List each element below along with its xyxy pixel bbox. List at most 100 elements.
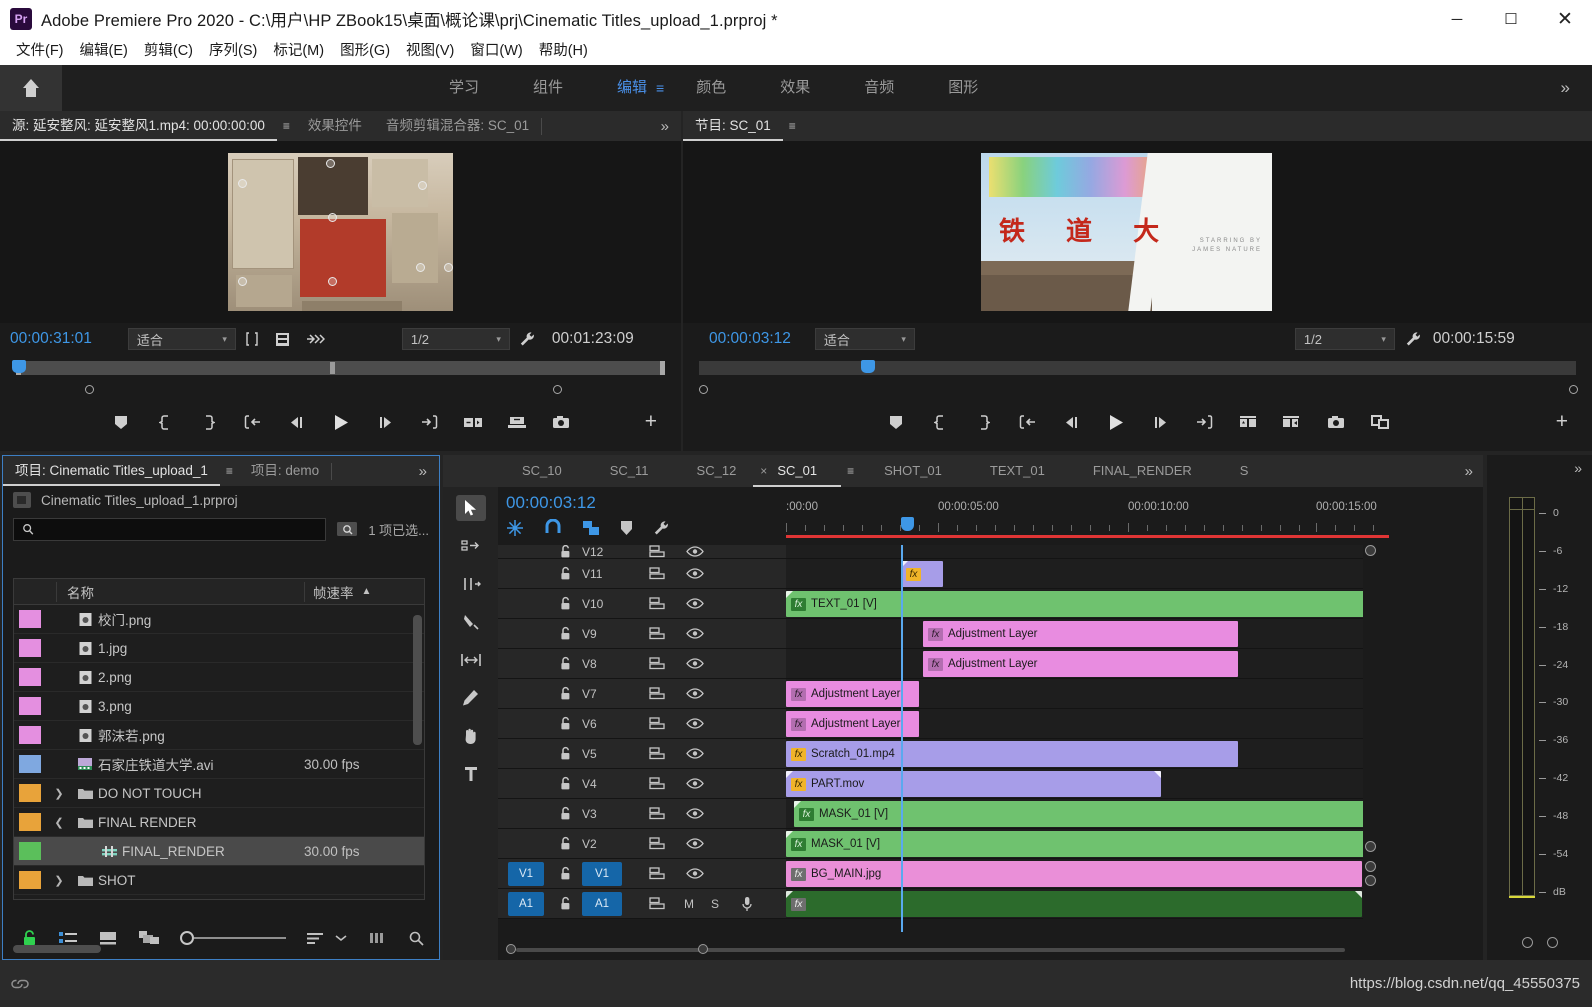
workspace-tab-learning[interactable]: 学习	[422, 65, 506, 111]
mark-out-icon[interactable]	[187, 401, 231, 443]
add-marker-icon[interactable]	[620, 520, 633, 536]
timeline-clip[interactable]: fx PART.mov	[786, 771, 1161, 797]
pen-tool[interactable]	[456, 685, 486, 711]
lock-track-icon[interactable]	[548, 566, 582, 581]
toggle-track-output-icon[interactable]	[676, 628, 714, 639]
sequence-tab-sc11[interactable]: SC_11	[586, 455, 673, 487]
step-forward-icon[interactable]	[1138, 401, 1182, 443]
program-zoom-handle-right[interactable]	[1569, 385, 1578, 394]
close-button[interactable]: ✕	[1538, 0, 1592, 38]
source-zoom-handle-right[interactable]	[553, 385, 562, 394]
track-lane-v6[interactable]: fx Adjustment Layer	[786, 709, 1363, 738]
button-editor-plus[interactable]: +	[645, 410, 657, 434]
project-item-row[interactable]: 石家庄铁道大学.avi 30.00 fps	[14, 750, 424, 779]
zoom-slider-knob[interactable]	[180, 931, 194, 945]
timeline-tabs-overflow-icon[interactable]: »	[1465, 463, 1483, 480]
workspace-menu-icon[interactable]: ≡	[656, 80, 665, 96]
track-lane-v10[interactable]: fx TEXT_01 [V]	[786, 589, 1363, 618]
overwrite-icon[interactable]	[495, 401, 539, 443]
sync-lock-icon[interactable]	[638, 867, 676, 880]
target-track-v1[interactable]: V1	[504, 861, 548, 887]
column-header-name[interactable]: 名称	[56, 582, 304, 602]
sequence-tab-sc01[interactable]: SC_01	[753, 455, 841, 487]
timeline-clip[interactable]: fx Adjustment Layer	[786, 681, 919, 707]
project-item-row[interactable]: ❯ SHOT	[14, 866, 424, 895]
lift-icon[interactable]	[1226, 401, 1270, 443]
source-scrubber[interactable]	[0, 355, 681, 381]
sequence-tab-s[interactable]: S	[1216, 455, 1273, 487]
solo-track-button[interactable]: S	[702, 897, 728, 911]
lock-track-icon[interactable]	[548, 776, 582, 791]
go-to-in-icon[interactable]	[231, 401, 275, 443]
track-row-v4[interactable]: V4 fx PART.mov	[498, 769, 1363, 799]
track-lane-v3[interactable]: fx MASK_01 [V]	[786, 799, 1363, 828]
nest-sequence-icon[interactable]	[506, 519, 524, 537]
track-row-v5[interactable]: V5 fx Scratch_01.mp4	[498, 739, 1363, 769]
project-item-row[interactable]: 校门.png	[14, 605, 424, 634]
lock-icon[interactable]	[21, 929, 38, 947]
lock-track-icon[interactable]	[548, 896, 582, 911]
play-icon[interactable]	[1094, 401, 1138, 443]
toggle-track-output-icon[interactable]	[676, 688, 714, 699]
column-header-framerate[interactable]: 帧速率 ▲	[304, 582, 424, 602]
project-tabs-overflow-icon[interactable]: »	[407, 463, 439, 480]
go-to-out-icon[interactable]	[407, 401, 451, 443]
timeline-clip[interactable]: fx MASK_01 [V]	[794, 801, 1363, 827]
minimize-button[interactable]: ─	[1430, 0, 1484, 38]
sync-lock-icon[interactable]	[638, 597, 676, 610]
sync-lock-icon[interactable]	[638, 837, 676, 850]
thumbnail-zoom-slider[interactable]	[180, 931, 286, 945]
timeline-clip[interactable]: fx Adjustment Layer	[923, 621, 1238, 647]
toggle-track-output-icon[interactable]	[676, 598, 714, 609]
insert-icon[interactable]	[451, 401, 495, 443]
sync-lock-icon[interactable]	[638, 807, 676, 820]
project-panel-menu-icon[interactable]: ≡	[220, 464, 239, 478]
project-item-row[interactable]: FINAL_RENDER 30.00 fps	[14, 837, 424, 866]
slip-tool[interactable]	[456, 647, 486, 673]
source-playhead[interactable]	[12, 360, 26, 373]
chevron-right-icon[interactable]: ❯	[46, 787, 72, 800]
button-editor-plus[interactable]: +	[1556, 410, 1568, 434]
home-icon[interactable]	[0, 65, 62, 111]
track-lane-v12[interactable]	[786, 545, 1363, 558]
project-item-row[interactable]: 1.jpg	[14, 634, 424, 663]
wrench-icon[interactable]	[510, 331, 546, 348]
comparison-view-icon[interactable]	[1358, 401, 1402, 443]
program-resolution-dropdown[interactable]: 1/2 ▾	[1295, 328, 1395, 350]
track-lane-v8[interactable]: fx Adjustment Layer	[786, 649, 1363, 678]
toggle-track-output-icon[interactable]	[676, 748, 714, 759]
track-row-v12[interactable]: V12	[498, 545, 1363, 559]
lock-track-icon[interactable]	[548, 866, 582, 881]
drag-audio-video-icon[interactable]	[298, 332, 332, 346]
workspace-tab-graphics[interactable]: 图形	[921, 65, 1005, 111]
toggle-track-output-icon[interactable]	[676, 546, 714, 557]
solo-right-icon[interactable]	[1547, 937, 1558, 948]
menu-marker[interactable]: 标记(M)	[265, 38, 332, 65]
menu-sequence[interactable]: 序列(S)	[201, 38, 265, 65]
track-row-a1[interactable]: A1 A1 M S fx	[498, 889, 1363, 919]
hand-tool[interactable]	[456, 723, 486, 749]
tab-project-cinematic[interactable]: 项目: Cinematic Titles_upload_1	[3, 456, 220, 486]
lock-track-icon[interactable]	[548, 836, 582, 851]
timeline-clip[interactable]: fx Adjustment Layer	[786, 711, 919, 737]
ripple-edit-tool[interactable]	[456, 571, 486, 597]
add-marker-icon[interactable]	[874, 401, 918, 443]
chevron-right-icon[interactable]: ❯	[46, 874, 72, 887]
program-playhead[interactable]	[861, 360, 875, 373]
audio-meter-overflow-icon[interactable]: »	[1574, 460, 1582, 476]
program-zoom-handle-left[interactable]	[699, 385, 708, 394]
solo-left-icon[interactable]	[1522, 937, 1533, 948]
menu-graphics[interactable]: 图形(G)	[332, 38, 398, 65]
sync-lock-icon[interactable]	[638, 687, 676, 700]
timeline-clip[interactable]: fx MASK_01 [V]	[786, 831, 1363, 857]
sync-lock-icon[interactable]	[638, 777, 676, 790]
snap-icon[interactable]	[544, 519, 562, 537]
track-row-v7[interactable]: V7 fx Adjustment Layer	[498, 679, 1363, 709]
timeline-playhead-timecode[interactable]: 00:00:03:12	[506, 493, 596, 513]
tab-source[interactable]: 源: 延安整风: 延安整风1.mp4: 00:00:00:00	[0, 111, 277, 141]
timeline-clip[interactable]: fx BG_MAIN.jpg	[786, 861, 1362, 887]
lock-track-icon[interactable]	[548, 686, 582, 701]
track-lane-v11[interactable]: fx	[786, 559, 1363, 588]
find-icon[interactable]	[408, 930, 426, 946]
mark-in-icon[interactable]	[918, 401, 962, 443]
